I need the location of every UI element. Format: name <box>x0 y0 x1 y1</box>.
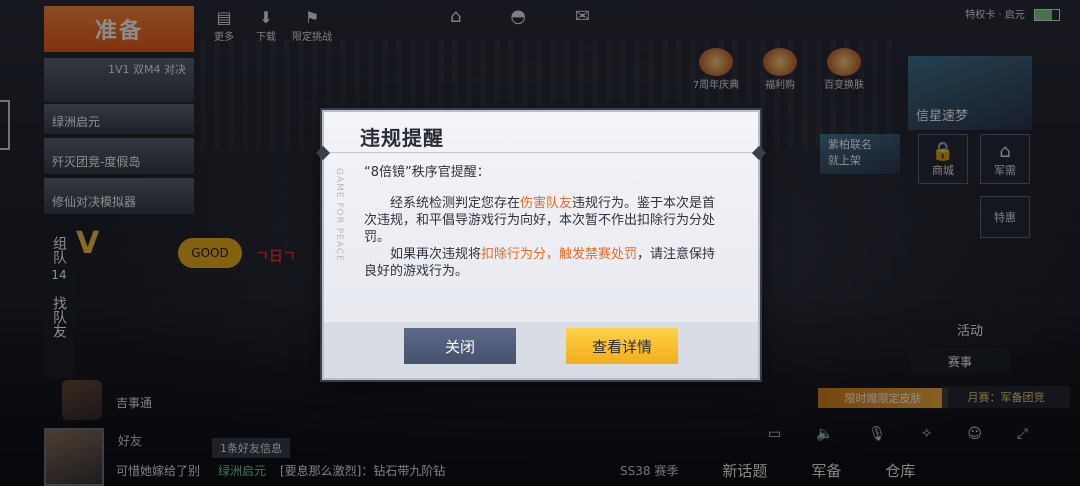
dialog-paragraph-2: 如果再次违规将扣除行为分，触发禁赛处罚，请注意保持良好的游戏行为。 <box>364 246 726 280</box>
dialog-footer <box>324 322 758 378</box>
p1-prefix: 经系统检测判定您存在 <box>390 196 521 211</box>
dialog-body: “8倍镜”秩序官提醒： 经系统检测判定您存在伤害队友违规行为。鉴于本次是首次违规… <box>364 164 726 280</box>
p2-highlight: 扣除行为分，触发禁赛处罚 <box>481 247 638 262</box>
dialog-divider <box>324 152 758 153</box>
game-lobby: 准备 ▤ 更多 ⬇ 下载 ⚑ 限定挑战 1V1 双M4 对决 绿洲启元 歼灭团竞… <box>0 0 1080 486</box>
p1-highlight: 伤害队友 <box>520 196 573 211</box>
dialog-greeting: “8倍镜”秩序官提醒： <box>364 165 490 180</box>
close-button[interactable]: 关闭 <box>404 328 516 364</box>
dialog-title: 违规提醒 <box>360 126 444 150</box>
p2-prefix: 如果再次违规将 <box>390 247 482 262</box>
violation-dialog: 违规提醒 GAME FOR PEACE “8倍镜”秩序官提醒： 经系统检测判定您… <box>315 110 767 380</box>
dialog-watermark: GAME FOR PEACE <box>334 168 344 262</box>
view-details-button[interactable]: 查看详情 <box>566 328 678 364</box>
dialog-paragraph-1: 经系统检测判定您存在伤害队友违规行为。鉴于本次是首次违规，和平倡导游戏行为向好，… <box>364 195 726 246</box>
